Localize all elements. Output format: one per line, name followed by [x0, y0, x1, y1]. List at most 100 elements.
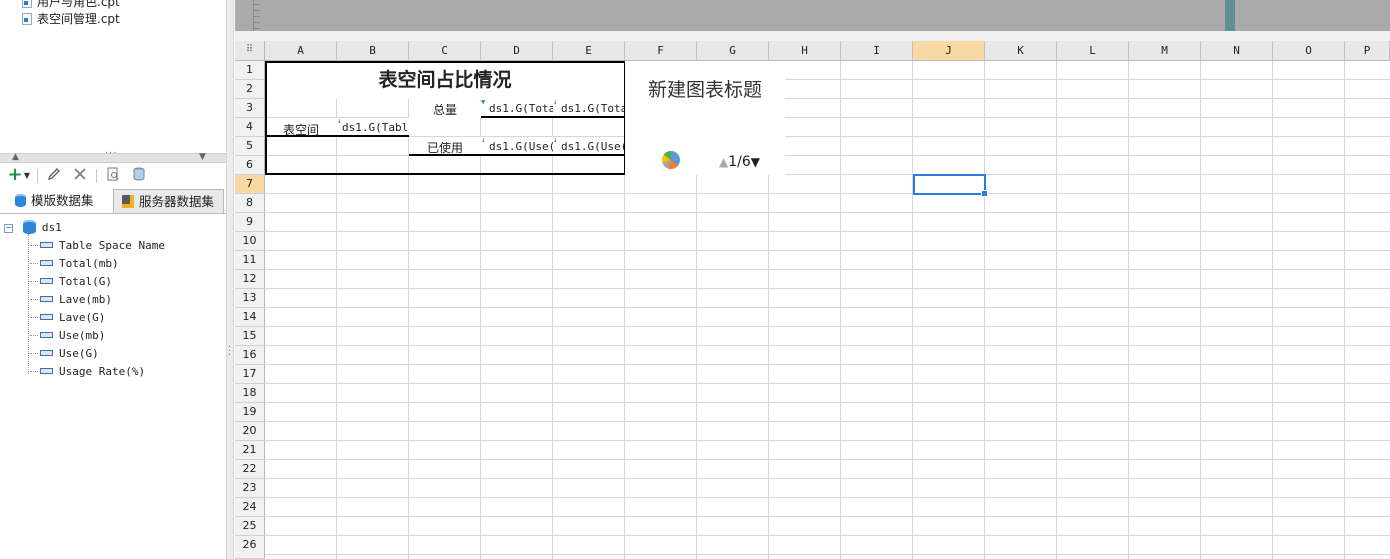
column-header[interactable]: O [1273, 41, 1345, 61]
tab-label: 服务器数据集 [139, 194, 215, 209]
database-icon[interactable] [130, 166, 148, 186]
row-header[interactable]: 2 [235, 80, 265, 99]
expand-marker-icon: ↓ [553, 99, 558, 106]
column-header[interactable]: A [265, 41, 337, 61]
row-header[interactable]: 22 [235, 460, 265, 479]
column-field-icon [40, 260, 53, 266]
pencil-icon[interactable] [45, 166, 63, 186]
preview-icon[interactable] [104, 166, 122, 186]
pie-chart-icon [662, 151, 680, 169]
row-header[interactable]: 11 [235, 251, 265, 270]
column-header[interactable]: D [481, 41, 553, 61]
row-header-selected[interactable]: 7 [235, 175, 265, 194]
tree-field[interactable]: Total(mb) [30, 257, 119, 270]
column-header[interactable]: N [1201, 41, 1273, 61]
tree-field[interactable]: Total(G) [30, 275, 112, 288]
row-header[interactable]: 19 [235, 403, 265, 422]
template-file-icon [22, 13, 32, 25]
database-icon [15, 194, 26, 207]
column-header[interactable]: I [841, 41, 913, 61]
column-header[interactable]: P [1345, 41, 1390, 61]
file-name: 用户与角色.cpt [37, 0, 120, 9]
collapse-down-icon[interactable]: ▼ [199, 152, 206, 162]
row-header[interactable]: 16 [235, 346, 265, 365]
row-header[interactable]: 20 [235, 422, 265, 441]
chart-title[interactable]: 新建图表标题 [625, 80, 785, 100]
panel-divider[interactable]: ▲ ··· ▼ [0, 148, 226, 163]
row-header[interactable]: 17 [235, 365, 265, 384]
tree-field[interactable]: Table Space Name [30, 239, 165, 252]
selected-cell[interactable] [913, 174, 988, 197]
column-header-selected[interactable]: J [913, 41, 985, 61]
column-header[interactable]: F [625, 41, 697, 61]
column-field-icon [40, 332, 53, 338]
select-all-corner[interactable]: ⠿ [235, 41, 265, 61]
row-header[interactable]: 4 [235, 118, 265, 137]
chart-element[interactable]: 新建图表标题 ▲1/6▼ [625, 61, 785, 175]
tree-field[interactable]: Usage Rate(%) [30, 365, 145, 378]
tree-field[interactable]: Use(mb) [30, 329, 105, 342]
left-panel: 用户与角色.cpt 表空间管理.cpt ▲ ··· ▼ + ▼ 模版数据集 服务… [0, 0, 226, 559]
column-header[interactable]: E [553, 41, 625, 61]
row-header[interactable]: 10 [235, 232, 265, 251]
sheet-grid[interactable]: 表空间占比情况 总量 ▼ ds1.G(Tota ↓ ds1.G(Tota 表空间 ↓… [265, 61, 1390, 559]
row-header[interactable]: 26 [235, 536, 265, 559]
template-file-icon [22, 0, 32, 8]
expand-marker-icon: ▼ [481, 99, 486, 106]
row-header[interactable]: 6 [235, 156, 265, 175]
tab-server-dataset[interactable]: 服务器数据集 [113, 189, 224, 213]
row-header[interactable]: 23 [235, 479, 265, 498]
file-item-user-roles[interactable]: 用户与角色.cpt [22, 0, 120, 10]
chevron-down-icon[interactable]: ▼ [23, 166, 31, 186]
fill-handle[interactable] [981, 190, 988, 197]
column-header[interactable]: C [409, 41, 481, 61]
collapse-icon[interactable]: − [4, 224, 13, 233]
expand-marker-icon: ↓ [481, 137, 486, 144]
column-header[interactable]: M [1129, 41, 1201, 61]
tab-template-dataset[interactable]: 模版数据集 [0, 189, 110, 213]
row-header[interactable]: 3 [235, 99, 265, 118]
row-header[interactable]: 25 [235, 517, 265, 536]
x-icon[interactable] [71, 166, 89, 186]
row-header[interactable]: 21 [235, 441, 265, 460]
report-title-cell[interactable]: 表空间占比情况 [265, 61, 625, 99]
row-header[interactable]: 5 [235, 137, 265, 156]
row-header[interactable]: 24 [235, 498, 265, 517]
tree-field[interactable]: Use(G) [30, 347, 99, 360]
collapse-up-icon[interactable]: ▲ [12, 152, 19, 162]
file-name: 表空间管理.cpt [37, 12, 120, 26]
panel-splitter[interactable]: · · · [226, 0, 234, 559]
column-field-icon [40, 350, 53, 356]
row-header[interactable]: 12 [235, 270, 265, 289]
column-header[interactable]: G [697, 41, 769, 61]
row-header[interactable]: 14 [235, 308, 265, 327]
row-header[interactable]: 18 [235, 384, 265, 403]
server-icon [122, 195, 134, 208]
column-field-icon [40, 242, 53, 248]
column-header[interactable]: L [1057, 41, 1129, 61]
splitter-grip-icon[interactable]: · · · [228, 343, 231, 361]
column-field-icon [40, 314, 53, 320]
row-header[interactable]: 9 [235, 213, 265, 232]
row-header[interactable]: 15 [235, 327, 265, 346]
tree-field[interactable]: Lave(G) [30, 311, 105, 324]
scroll-marker[interactable] [1225, 0, 1235, 31]
row-header[interactable]: 1 [235, 61, 265, 80]
drag-handle[interactable]: ··· [105, 148, 118, 159]
tree-root-ds1[interactable]: − ds1 [4, 220, 62, 234]
tree-root-label: ds1 [41, 221, 62, 234]
column-header[interactable]: H [769, 41, 841, 61]
cell-total-label[interactable]: 总量 [409, 99, 481, 118]
next-arrow-icon[interactable]: ▼ [751, 155, 760, 169]
plus-icon[interactable]: + [6, 166, 24, 186]
previous-arrow-icon[interactable]: ▲ [719, 155, 728, 169]
column-header[interactable]: B [337, 41, 409, 61]
column-header[interactable]: K [985, 41, 1057, 61]
property-area [235, 0, 1390, 31]
file-item-tablespace[interactable]: 表空间管理.cpt [22, 10, 120, 27]
row-header[interactable]: 8 [235, 194, 265, 213]
row-header[interactable]: 13 [235, 289, 265, 308]
chart-pager: ▲1/6▼ [719, 154, 760, 170]
tab-label: 模版数据集 [31, 193, 94, 208]
tree-field[interactable]: Lave(mb) [30, 293, 112, 306]
